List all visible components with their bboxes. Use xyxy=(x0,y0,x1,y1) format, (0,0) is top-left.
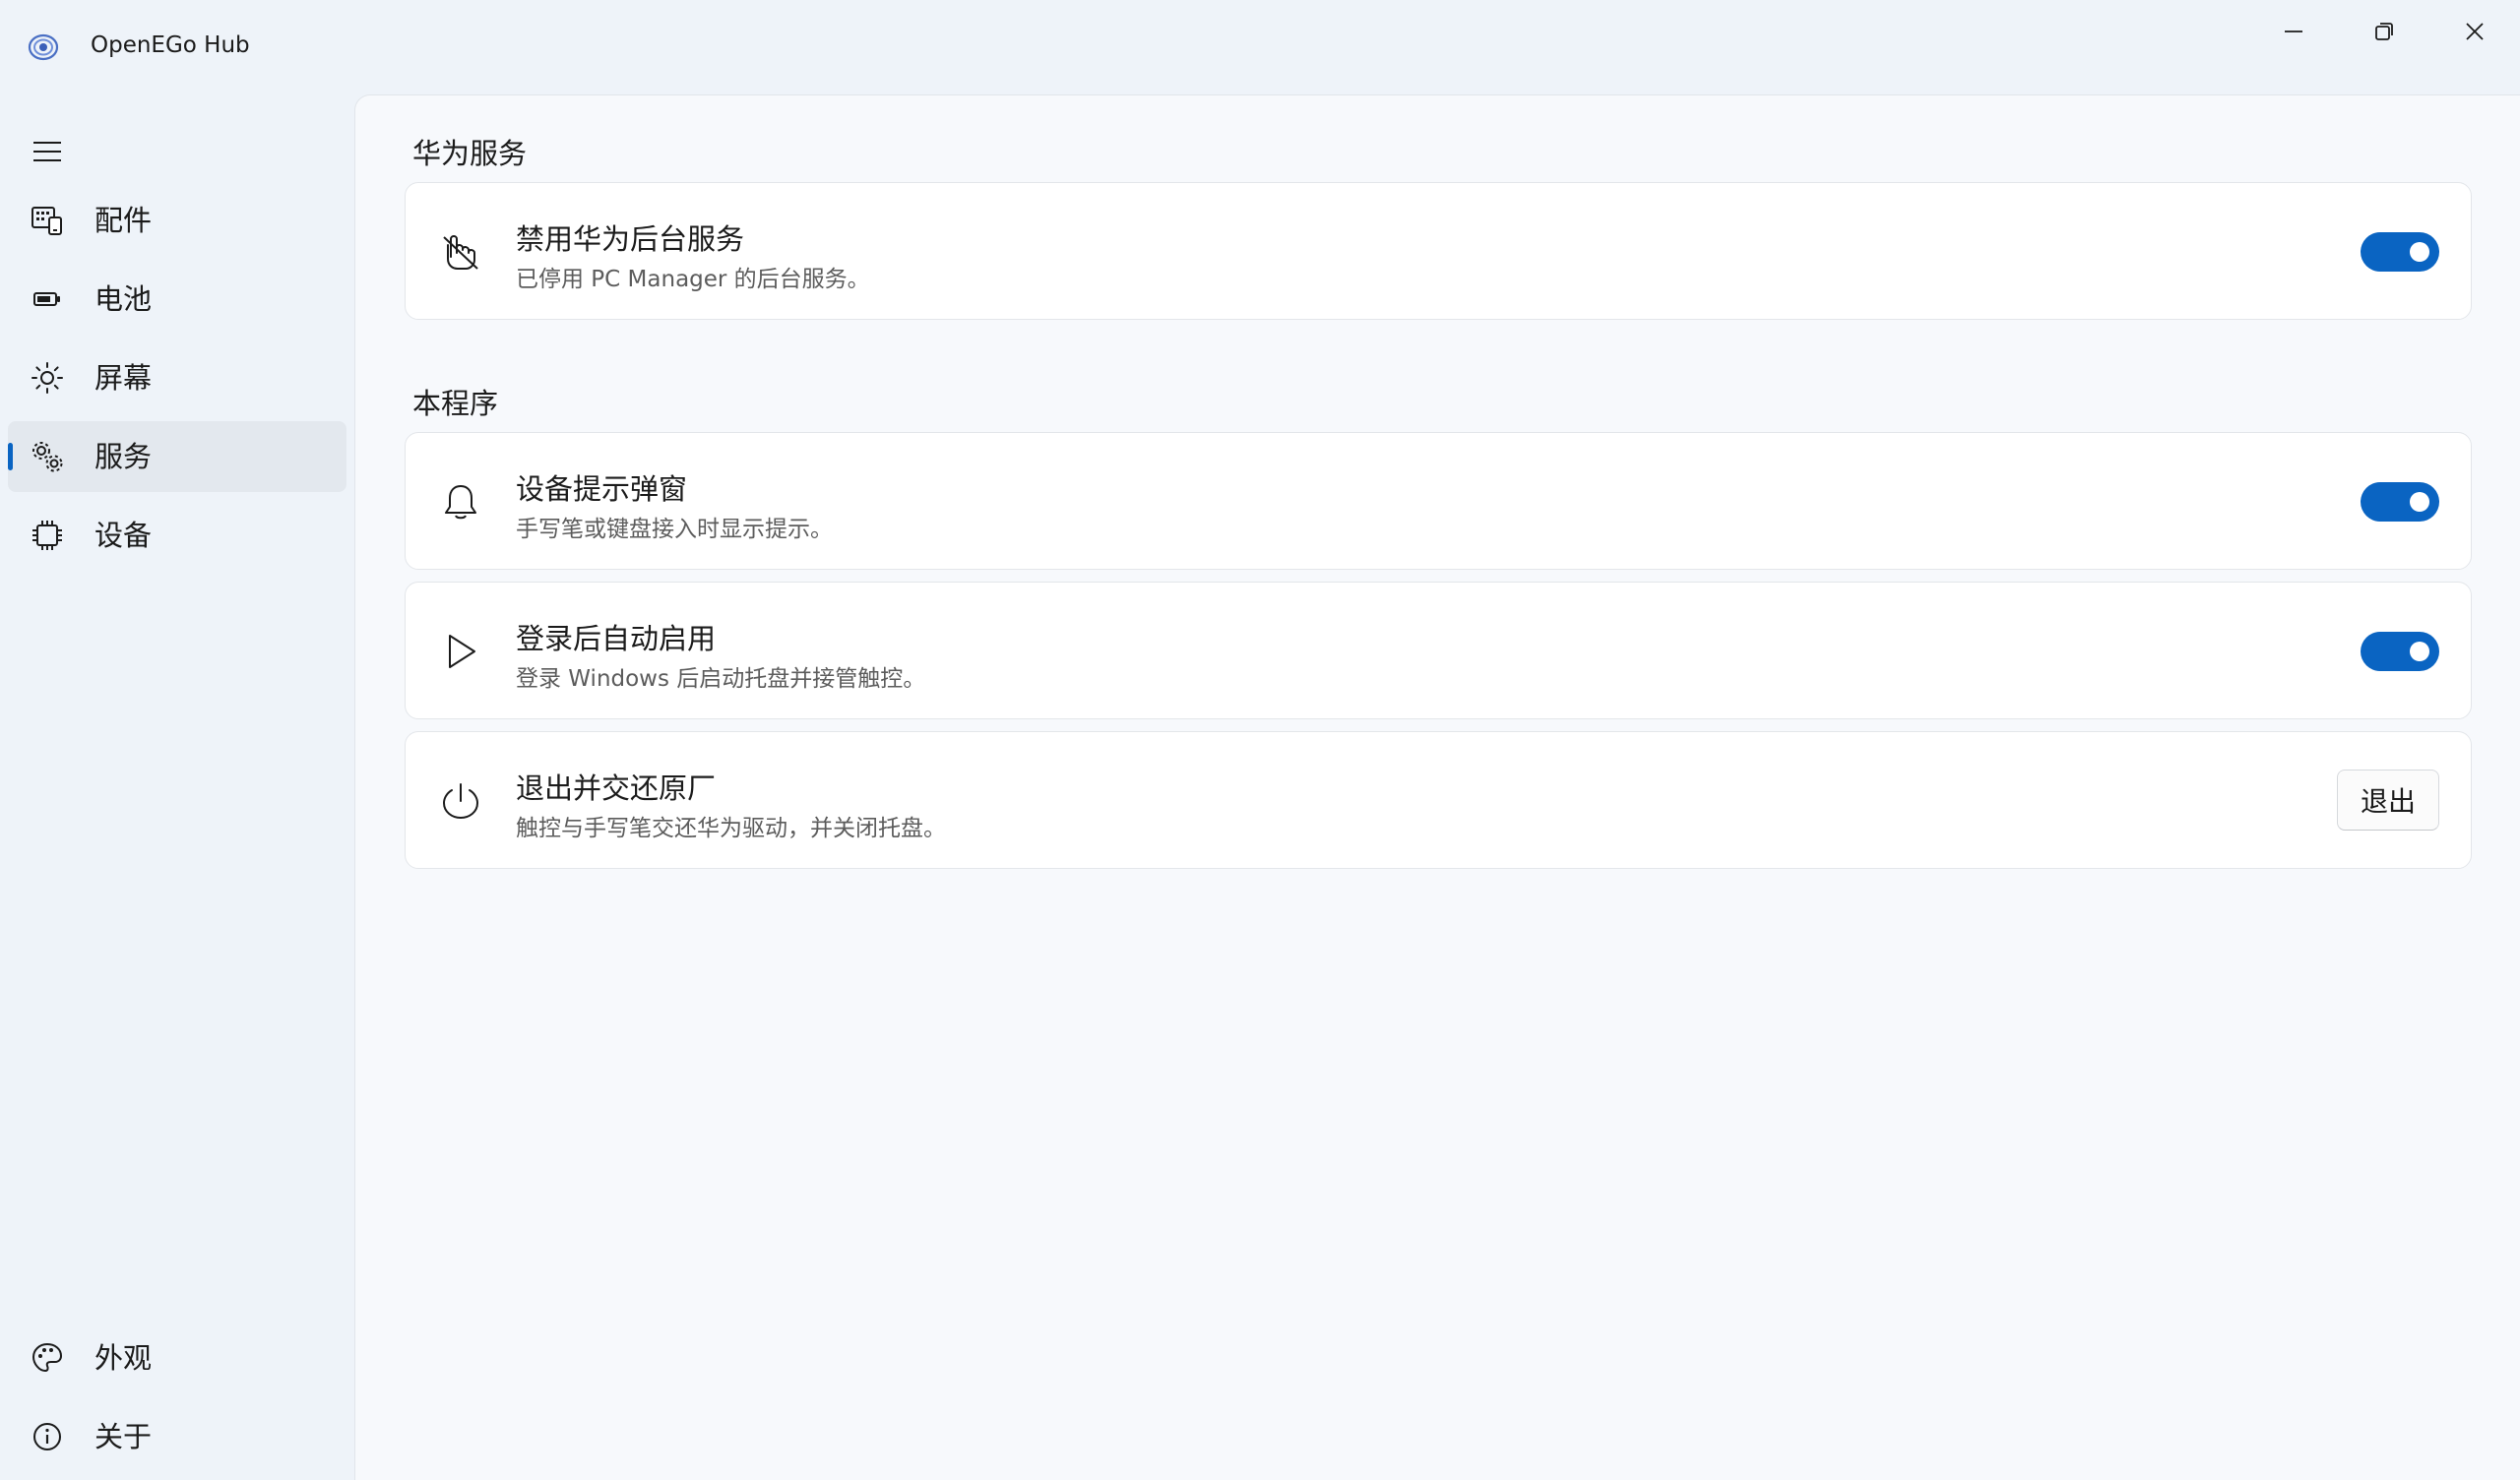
card-title: 退出并交还原厂 xyxy=(516,771,717,805)
card-device-popup: 设备提示弹窗 手写笔或键盘接入时显示提示。 xyxy=(405,432,2472,570)
accessory-keyboard-icon xyxy=(30,203,65,238)
restore-icon xyxy=(2375,23,2393,40)
card-title: 禁用华为后台服务 xyxy=(516,222,745,256)
sidebar-item-about[interactable]: 关于 xyxy=(8,1401,346,1472)
card-disable-huawei-services: 禁用华为后台服务 已停用 PC Manager 的后台服务。 xyxy=(405,182,2472,320)
auto-start-toggle[interactable] xyxy=(2361,632,2439,671)
minimize-icon xyxy=(2285,31,2302,32)
sidebar-item-label: 外观 xyxy=(94,1341,153,1375)
card-description: 已停用 PC Manager 的后台服务。 xyxy=(516,267,870,292)
app-logo-icon xyxy=(26,30,61,65)
disable-huawei-services-toggle[interactable] xyxy=(2361,232,2439,272)
sidebar-item-accessories[interactable]: 配件 xyxy=(8,185,346,256)
close-button[interactable] xyxy=(2429,0,2520,63)
card-title: 登录后自动启用 xyxy=(516,622,717,655)
battery-icon xyxy=(30,281,65,317)
sidebar-item-screen[interactable]: 屏幕 xyxy=(8,342,346,413)
toggle-knob xyxy=(2410,642,2429,661)
sidebar-item-label: 电池 xyxy=(94,282,153,316)
sidebar-item-label: 服务 xyxy=(94,440,153,473)
sidebar-item-services[interactable]: 服务 xyxy=(8,421,346,492)
card-title: 设备提示弹窗 xyxy=(516,472,688,506)
sidebar-item-device[interactable]: 设备 xyxy=(8,500,346,571)
hamburger-menu-button[interactable] xyxy=(22,126,73,177)
device-popup-toggle[interactable] xyxy=(2361,482,2439,522)
hamburger-icon xyxy=(33,142,61,161)
sidebar-item-appearance[interactable]: 外观 xyxy=(8,1323,346,1393)
title-bar: OpenEGo Hub xyxy=(0,0,2520,94)
sidebar-item-label: 屏幕 xyxy=(94,361,153,395)
card-description: 触控与手写笔交还华为驱动，并关闭托盘。 xyxy=(516,816,946,841)
services-page: 华为服务 禁用华为后台服务 已停用 PC Manager 的后台服务。 本程序 … xyxy=(354,94,2520,1480)
card-description: 登录 Windows 后启动托盘并接管触控。 xyxy=(516,666,926,692)
palette-icon xyxy=(30,1340,65,1376)
toggle-knob xyxy=(2410,492,2429,512)
services-gear-icon xyxy=(30,439,65,474)
close-icon xyxy=(2466,23,2484,40)
minimize-button[interactable] xyxy=(2248,0,2339,63)
hand-pointer-icon xyxy=(439,230,482,274)
card-description: 手写笔或键盘接入时显示提示。 xyxy=(516,517,833,542)
sidebar-item-label: 配件 xyxy=(94,204,153,237)
sidebar-item-label: 设备 xyxy=(94,519,153,552)
toggle-knob xyxy=(2410,242,2429,262)
card-auto-start: 登录后自动启用 登录 Windows 后启动托盘并接管触控。 xyxy=(405,582,2472,719)
sidebar-item-label: 关于 xyxy=(94,1420,153,1453)
power-icon xyxy=(439,779,482,823)
exit-button[interactable]: 退出 xyxy=(2337,770,2439,831)
navigation-sidebar: 配件 电池 屏幕 服务 设备 外观 关于 xyxy=(0,94,354,1480)
sidebar-item-battery[interactable]: 电池 xyxy=(8,264,346,335)
window-title: OpenEGo Hub xyxy=(91,32,250,58)
info-icon xyxy=(30,1419,65,1454)
card-exit-restore: 退出并交还原厂 触控与手写笔交还华为驱动，并关闭托盘。 退出 xyxy=(405,731,2472,869)
restore-button[interactable] xyxy=(2339,0,2429,63)
bell-icon xyxy=(439,480,482,524)
active-indicator xyxy=(8,443,13,470)
brightness-icon xyxy=(30,360,65,396)
section-title-this-app: 本程序 xyxy=(412,387,499,420)
chip-icon xyxy=(30,518,65,553)
play-icon xyxy=(439,630,482,673)
section-title-huawei-services: 华为服务 xyxy=(412,137,528,170)
